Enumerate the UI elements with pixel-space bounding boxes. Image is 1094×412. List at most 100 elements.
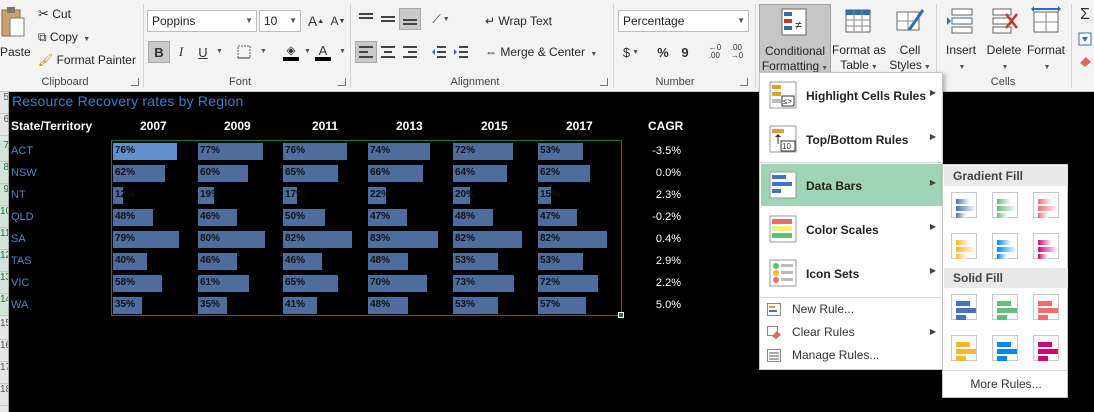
increase-decimal-button[interactable]: ←0.00 <box>704 41 726 63</box>
solid-data-bar-swatch[interactable] <box>948 332 980 364</box>
menu-item-top-bottom-rules[interactable]: 10 Top/Bottom Rules ▶ <box>761 118 942 160</box>
gradient-data-bar-swatch[interactable] <box>948 230 980 262</box>
alignment-launcher-icon[interactable] <box>600 78 608 86</box>
number-launcher-icon[interactable] <box>740 78 748 86</box>
menu-label: Top/Bottom Rules <box>806 133 909 147</box>
solid-data-bar-swatch[interactable] <box>989 332 1021 364</box>
chevron-down-icon[interactable]: ▼ <box>260 48 267 55</box>
align-right-button[interactable] <box>399 41 421 63</box>
align-top-button[interactable] <box>355 8 377 30</box>
percent-icon: % <box>657 44 669 60</box>
region-label: WA <box>11 299 29 311</box>
wrap-text-button[interactable]: ↵ Wrap Text <box>485 13 552 29</box>
increase-indent-button[interactable] <box>450 41 472 63</box>
row-number[interactable]: 18 <box>0 384 8 406</box>
row-number[interactable]: 16 <box>0 340 8 362</box>
menu-item-clear-rules[interactable]: Clear Rules ▶ <box>761 321 942 344</box>
format-as-table-label: Format as <box>831 43 886 57</box>
font-launcher-icon[interactable] <box>338 78 346 86</box>
row-headers: 5 6 7 8 9 10 11 12 13 14 15 16 17 18 <box>0 92 9 412</box>
row-number[interactable]: 10 <box>0 206 8 228</box>
chevron-down-icon[interactable]: ▼ <box>304 48 311 55</box>
fill-button[interactable] <box>1074 28 1094 50</box>
delete-button[interactable]: Delete ▼ <box>982 4 1026 74</box>
chevron-down-icon[interactable]: ▼ <box>216 48 223 55</box>
format-painter-button[interactable]: 🖌 Format Painter <box>38 52 136 68</box>
font-size-select[interactable]: 10 ▼ <box>259 10 301 32</box>
row-number[interactable]: 13 <box>0 272 8 294</box>
solid-data-bar-swatch[interactable] <box>989 291 1021 323</box>
menu-label: Icon Sets <box>806 267 860 281</box>
row-number[interactable]: 7 <box>0 140 8 162</box>
comma-button[interactable]: 9 <box>674 41 696 63</box>
row-number[interactable]: 11 <box>0 228 8 250</box>
cagr-value: 0.4% <box>655 233 681 245</box>
increase-decimal-icon: ←0.00 <box>708 43 722 60</box>
insert-button[interactable]: Insert ▼ <box>940 4 982 74</box>
cell-styles-label: Cell <box>899 43 921 57</box>
borders-button[interactable] <box>233 41 255 63</box>
gradient-data-bar-swatch[interactable] <box>989 230 1021 262</box>
number-format-select[interactable]: Percentage ▼ <box>618 10 749 32</box>
row-number[interactable]: 6 <box>0 114 8 136</box>
paste-icon <box>1 7 25 37</box>
row-number[interactable]: 5 <box>0 92 8 114</box>
row-number[interactable]: 8 <box>0 162 8 184</box>
copy-button[interactable]: ⧉ Copy ▼ <box>38 29 90 48</box>
paste-button[interactable]: Paste <box>0 4 31 70</box>
menu-item-highlight-cells-rules[interactable]: ≤> Highlight Cells Rules ▶ <box>761 74 942 116</box>
cell-styles-button[interactable]: Cell Styles ▼ <box>887 4 933 74</box>
more-rules-button[interactable]: More Rules... <box>944 373 1068 395</box>
fill-handle[interactable] <box>618 312 624 318</box>
menu-item-new-rule[interactable]: New Rule... <box>761 298 942 321</box>
font-color-button[interactable]: A <box>312 41 334 63</box>
align-bottom-button[interactable] <box>399 8 421 30</box>
align-center-button[interactable] <box>377 41 399 63</box>
chevron-down-icon[interactable]: ▼ <box>339 48 346 55</box>
cut-button[interactable]: ✂ Cut <box>38 6 71 22</box>
selection-range[interactable] <box>111 140 622 316</box>
menu-item-icon-sets[interactable]: Icon Sets ▶ <box>761 252 942 294</box>
italic-button[interactable]: I <box>170 41 192 63</box>
font-name-select[interactable]: Poppins ▼ <box>147 10 257 32</box>
clipboard-launcher-icon[interactable] <box>131 78 139 86</box>
gradient-data-bar-swatch[interactable] <box>948 189 980 221</box>
row-number[interactable]: 9 <box>0 184 8 206</box>
row-number[interactable]: 17 <box>0 362 8 384</box>
solid-data-bar-swatch[interactable] <box>1030 291 1062 323</box>
align-left-button[interactable] <box>355 41 377 63</box>
gradient-data-bar-swatch[interactable] <box>1030 230 1062 262</box>
row-number[interactable]: 14 <box>0 294 8 316</box>
row-number[interactable]: 15 <box>0 318 8 340</box>
currency-button[interactable]: $ ▼ <box>620 41 642 63</box>
clear-button[interactable] <box>1074 50 1094 72</box>
solid-data-bar-swatch[interactable] <box>948 291 980 323</box>
bold-button[interactable]: B <box>148 41 170 63</box>
cagr-value: 5.0% <box>655 299 681 311</box>
gradient-data-bar-swatch[interactable] <box>989 189 1021 221</box>
percent-button[interactable]: % <box>652 41 674 63</box>
menu-item-manage-rules[interactable]: Manage Rules... <box>761 344 942 367</box>
align-middle-button[interactable] <box>377 8 399 30</box>
row-number[interactable]: 12 <box>0 250 8 272</box>
gradient-data-bar-swatch[interactable] <box>1030 189 1062 221</box>
fill-color-button[interactable]: ◈ <box>280 41 302 63</box>
orientation-button[interactable]: ⟋ ▼ <box>430 8 452 30</box>
conditional-formatting-button[interactable]: ≠ Conditional Formatting ▼ <box>759 4 831 74</box>
worksheet[interactable]: Resource Recovery rates by Region State/… <box>9 92 759 412</box>
chevron-down-icon: ▼ <box>83 36 91 43</box>
solid-data-bar-swatch[interactable] <box>1030 332 1062 364</box>
header-year: 2017 <box>566 119 593 133</box>
autosum-button[interactable]: Σ <box>1074 4 1094 26</box>
underline-button[interactable]: U <box>192 41 214 63</box>
format-label: Format <box>1026 43 1065 57</box>
menu-item-color-scales[interactable]: Color Scales ▶ <box>761 208 942 250</box>
increase-font-size-button[interactable]: A ▲ <box>305 10 327 32</box>
decrease-indent-button[interactable] <box>428 41 450 63</box>
menu-item-data-bars[interactable]: Data Bars ▶ <box>761 164 942 206</box>
format-button[interactable]: Format ▼ <box>1026 4 1066 74</box>
decrease-decimal-button[interactable]: .00 →0 <box>726 41 748 63</box>
format-as-table-button[interactable]: Format as Table ▼ <box>831 4 887 74</box>
merge-center-button[interactable]: ⇔ Merge & Center ▼ <box>485 44 597 63</box>
decrease-font-size-button[interactable]: A ▼ <box>327 10 349 32</box>
